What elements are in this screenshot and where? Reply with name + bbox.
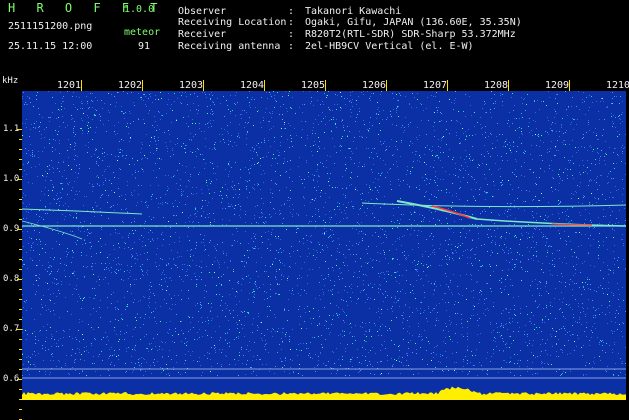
colon: : bbox=[288, 41, 295, 52]
time-label: 1201 bbox=[57, 80, 82, 91]
time-tick bbox=[386, 80, 387, 91]
datetime-label: 25.11.15 12:00 bbox=[8, 41, 93, 52]
antenna-value: 2el-HB9CV Vertical (el. E-W) bbox=[305, 41, 474, 52]
carrier-line bbox=[22, 208, 143, 215]
filename-label: 2511151200.png bbox=[8, 21, 93, 32]
signal-level-bar bbox=[22, 386, 626, 400]
time-label: 1203 bbox=[179, 80, 204, 91]
location-key: Receiving Location bbox=[178, 17, 287, 28]
time-tick bbox=[203, 80, 204, 91]
frequency-axis: 1.1 1.0 0.9 0.8 0.7 0.6 bbox=[0, 91, 22, 420]
frequency-tick bbox=[19, 409, 22, 410]
antenna-key: Receiving antenna bbox=[178, 41, 281, 52]
time-label: 1207 bbox=[423, 80, 448, 91]
frequency-unit-label: kHz bbox=[2, 76, 19, 86]
time-tick bbox=[142, 80, 143, 91]
time-label: 1210 bbox=[606, 80, 629, 91]
meteor-count: 91 bbox=[138, 41, 151, 52]
colon: : bbox=[288, 29, 295, 40]
time-tick bbox=[447, 80, 448, 91]
time-tick bbox=[81, 80, 82, 91]
time-label: 1202 bbox=[118, 80, 143, 91]
spectrogram-canvas bbox=[22, 91, 626, 400]
time-tick bbox=[325, 80, 326, 91]
time-tick bbox=[508, 80, 509, 91]
location-value: Ogaki, Gifu, JAPAN (136.60E, 35.35N) bbox=[305, 17, 522, 28]
colon: : bbox=[288, 17, 295, 28]
time-label: 1204 bbox=[240, 80, 265, 91]
meteor-echo bbox=[476, 218, 626, 227]
noise-speckle bbox=[22, 91, 620, 376]
carrier-line bbox=[361, 202, 626, 208]
time-tick bbox=[569, 80, 570, 91]
time-label: 1205 bbox=[301, 80, 326, 91]
noise-speckle bbox=[22, 92, 619, 374]
time-tick bbox=[264, 80, 265, 91]
time-axis: 1201 1202 1203 1204 1205 1206 1207 1208 1209 1210 bbox=[24, 80, 629, 91]
time-label: 1208 bbox=[484, 80, 509, 91]
receiver-value: R820T2(RTL-SDR) SDR-Sharp 53.372MHz bbox=[305, 29, 516, 40]
receiver-key: Receiver bbox=[178, 29, 227, 40]
time-label: 1209 bbox=[545, 80, 570, 91]
spectrogram bbox=[22, 91, 626, 400]
app-version: 1.0.0 bbox=[124, 4, 155, 15]
mode-label: meteor bbox=[124, 27, 161, 38]
time-label: 1206 bbox=[362, 80, 387, 91]
